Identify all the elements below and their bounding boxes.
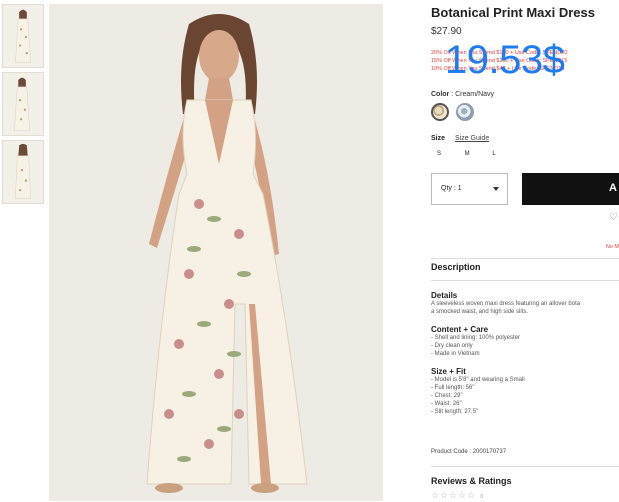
fit-line: - Model is 5'8" and wearing a Small <box>431 377 525 383</box>
quantity-select[interactable]: Qty : 1 <box>431 173 508 205</box>
color-selector-label: Color : Cream/Navy <box>431 91 619 98</box>
quantity-label: Qty : 1 <box>441 185 462 192</box>
reviews-heading[interactable]: Reviews & Ratings <box>431 476 512 486</box>
overlay-discount-price: 19.53$ <box>445 38 565 82</box>
size-option-l[interactable]: L <box>486 151 512 157</box>
thumbnail-front[interactable] <box>2 4 44 68</box>
star-icons: ☆☆☆☆☆ <box>431 490 477 500</box>
size-options: S M L <box>431 151 619 157</box>
size-label: Size <box>431 135 446 142</box>
fit-line: - Slit length: 27.5" <box>431 409 479 415</box>
purchase-row: Qty : 1 A <box>431 173 619 205</box>
swatch-navy[interactable] <box>456 103 475 121</box>
thumbnail-back[interactable] <box>2 140 44 204</box>
add-to-bag-button[interactable]: A <box>522 173 619 205</box>
color-swatches <box>431 103 619 123</box>
chevron-down-icon <box>493 187 499 191</box>
content-line: - Made in Vietnam <box>431 351 480 357</box>
size-fit-heading: Size + Fit <box>431 367 466 376</box>
star-rating: ☆☆☆☆☆ 0 <box>431 490 484 501</box>
content-line: - Dry clean only <box>431 343 473 349</box>
heart-icon[interactable]: ♡ <box>609 212 618 223</box>
content-care-heading: Content + Care <box>431 325 489 334</box>
main-product-image[interactable] <box>49 4 383 501</box>
details-line: A sleeveless woven maxi dress featuring … <box>431 301 581 307</box>
content-line: - Shell and lining: 100% polyester <box>431 335 521 341</box>
review-count: 0 <box>480 494 485 500</box>
dress-front-thumbnail-image <box>3 5 43 67</box>
size-selector-label: Size Size Guide <box>431 135 619 142</box>
product-info: Botanical Print Maxi Dress $27.90 20% Of… <box>431 4 619 205</box>
divider <box>431 258 619 259</box>
size-option-s[interactable]: S <box>431 151 457 157</box>
details-line: a smocked waist, and high side slits. <box>431 309 529 315</box>
divider <box>431 280 619 281</box>
size-option-m[interactable]: M <box>459 151 485 157</box>
description-body: Details A sleeveless woven maxi dress fe… <box>431 291 619 416</box>
fit-line: - Chest: 29" <box>431 393 463 399</box>
details-heading: Details <box>431 291 458 300</box>
product-code: Product Code : 2000170737 <box>431 449 507 455</box>
fit-line: - Full length: 56" <box>431 385 475 391</box>
description-heading[interactable]: Description <box>431 262 481 272</box>
product-price: $27.90 <box>431 26 462 37</box>
promo-list: 20% Off When You Spend $150 + Use Code: … <box>431 38 619 85</box>
add-to-bag-label: A <box>609 182 617 194</box>
divider <box>431 466 619 467</box>
not-mine-link[interactable]: No M <box>606 244 619 250</box>
thumbnail-list <box>2 4 44 208</box>
swatch-cream[interactable] <box>431 103 449 121</box>
color-label: Color <box>431 91 450 98</box>
model-in-dress-illustration <box>49 4 383 501</box>
thumbnail-side[interactable] <box>2 72 44 136</box>
dress-back-thumbnail-image <box>3 141 43 203</box>
dress-side-thumbnail-image <box>3 73 43 135</box>
size-guide-link[interactable]: Size Guide <box>455 135 489 142</box>
fit-line: - Waist: 26" <box>431 401 462 407</box>
product-title: Botanical Print Maxi Dress <box>431 5 595 20</box>
color-value: : Cream/Navy <box>451 91 495 98</box>
